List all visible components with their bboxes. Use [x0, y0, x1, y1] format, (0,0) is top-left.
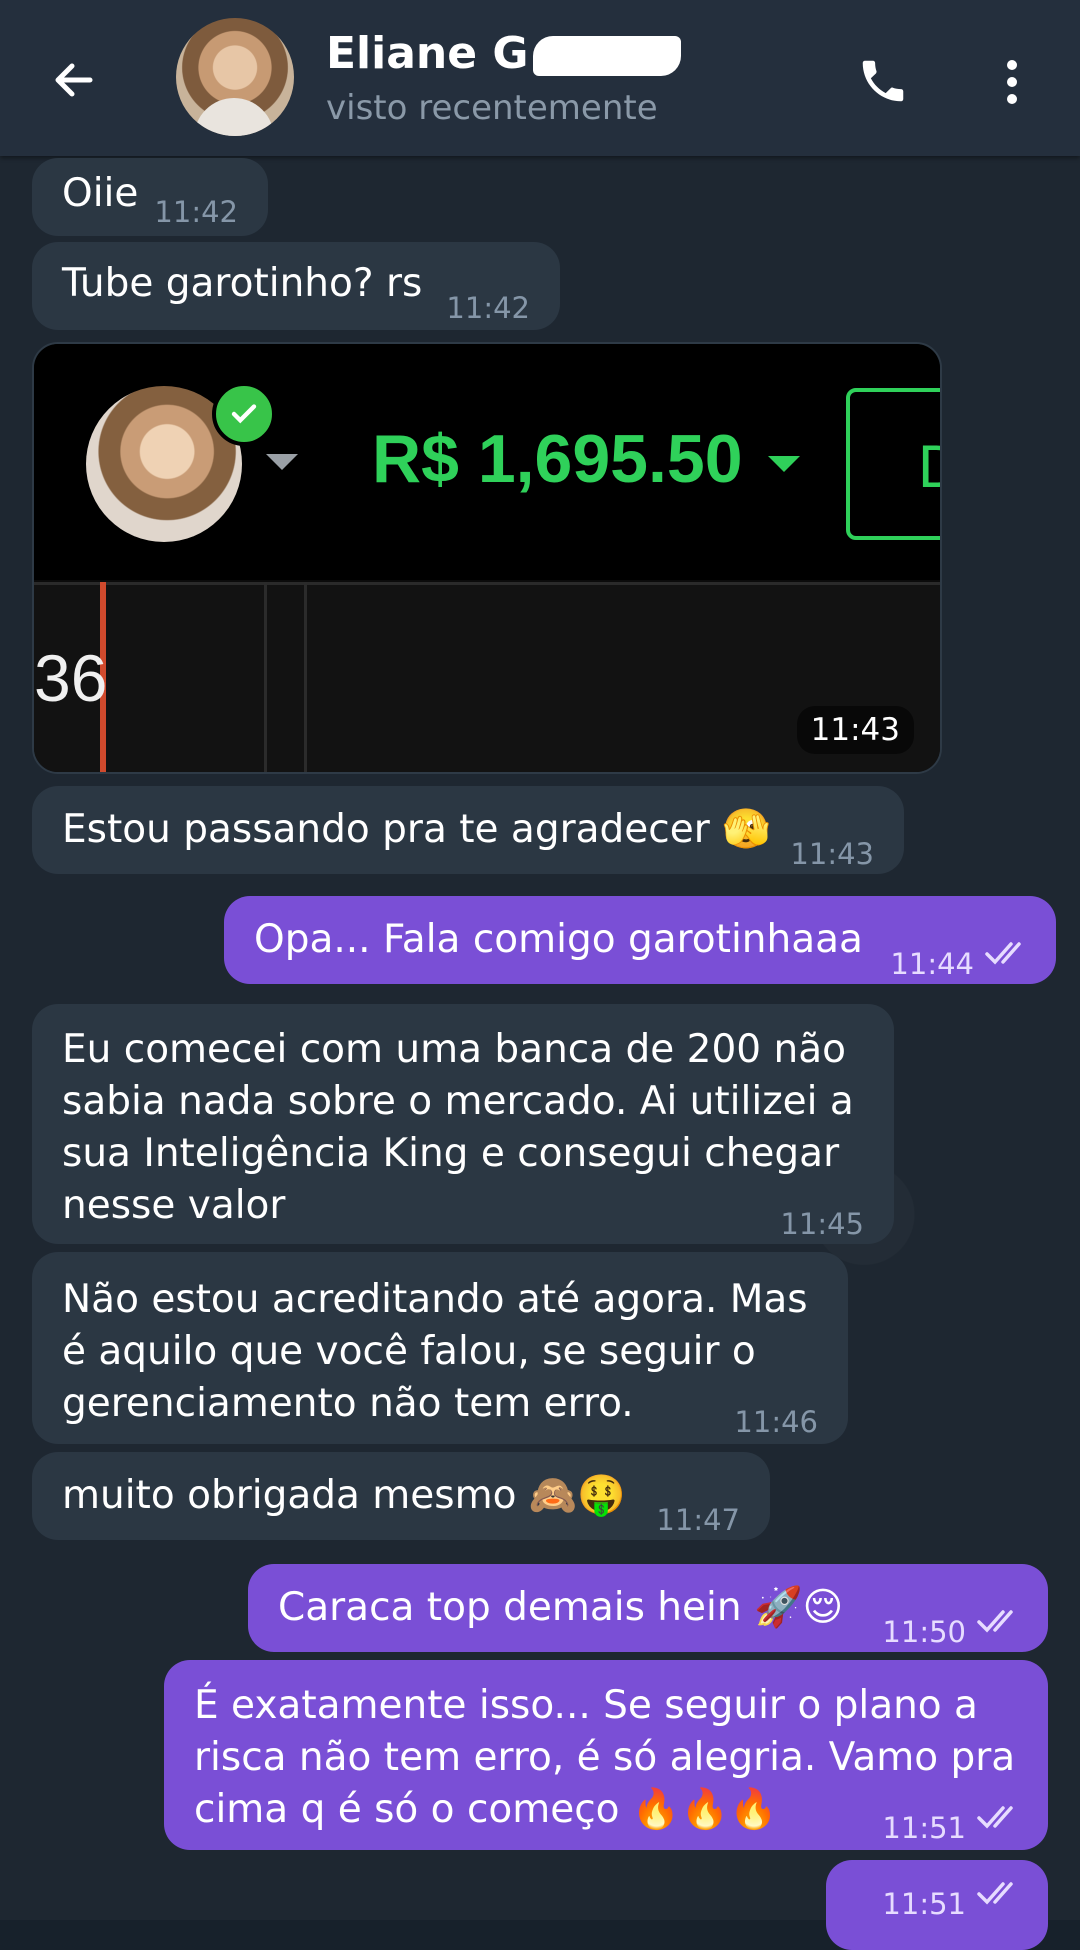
message-time: 11:42 [154, 195, 238, 229]
message-text: Opa... Fala comigo garotinhaaa [254, 917, 863, 962]
double-check-icon [977, 1882, 1013, 1905]
message-time: 11:51 [882, 1887, 966, 1921]
message-text: muito obrigada mesmo 🙈🤑 [62, 1473, 626, 1518]
message-bubble[interactable]: Eu comecei com uma banca de 200 não sabi… [32, 1004, 894, 1244]
chart-value-text: 36 [34, 641, 108, 715]
double-check-icon [985, 942, 1021, 965]
message-time: 11:51 [882, 1811, 966, 1845]
message-time: 11:42 [446, 291, 530, 325]
caret-down-icon [768, 456, 800, 472]
message-bubble[interactable]: Opa... Fala comigo garotinhaaa 11:44 [224, 896, 1056, 984]
message-time: 11:46 [734, 1405, 818, 1439]
message-text: Oiie [62, 171, 139, 216]
screenshot-button: D [846, 388, 940, 540]
message-time: 11:43 [790, 837, 874, 871]
more-vert-icon[interactable] [990, 50, 1034, 114]
message-bubble[interactable]: Oiie 11:42 [32, 158, 268, 236]
caret-down-icon [266, 454, 298, 470]
message-bubble[interactable]: muito obrigada mesmo 🙈🤑 11:47 [32, 1452, 770, 1540]
double-check-icon [977, 1806, 1013, 1829]
message-text: Não estou acreditando até agora. Mas é a… [62, 1277, 808, 1426]
contact-avatar[interactable] [176, 18, 294, 136]
message-bubble[interactable]: Caraca top demais hein 🚀😌 11:50 [248, 1564, 1048, 1652]
contact-name[interactable]: Eliane G [326, 28, 681, 79]
message-bubble[interactable]: Não estou acreditando até agora. Mas é a… [32, 1252, 848, 1444]
balance-text: R$ 1,695.50 [372, 421, 743, 497]
double-check-icon [977, 1610, 1013, 1633]
message-text: Estou passando pra te agradecer 🫣 [62, 807, 771, 852]
call-button[interactable] [848, 46, 918, 116]
message-time: 11:47 [656, 1503, 740, 1537]
message-time: 11:44 [890, 947, 974, 981]
message-text: Eu comecei com uma banca de 200 não sabi… [62, 1027, 854, 1228]
message-text: Tube garotinho? rs [62, 261, 423, 306]
message-bubble[interactable]: Tube garotinho? rs 11:42 [32, 242, 560, 330]
message-bubble[interactable]: É exatamente isso... Se seguir o plano a… [164, 1660, 1048, 1850]
message-text: Caraca top demais hein 🚀😌 [278, 1585, 844, 1630]
redaction-mark [532, 36, 681, 76]
chat-header: Eliane G visto recentemente [0, 0, 1080, 156]
back-button[interactable] [44, 50, 104, 110]
message-time: 11:43 [796, 706, 914, 754]
phone-icon [862, 60, 904, 102]
message-time: 11:50 [882, 1615, 966, 1649]
message-bubble[interactable]: 11:51 [826, 1860, 1048, 1950]
contact-status: visto recentemente [326, 88, 658, 128]
check-badge-icon [212, 382, 276, 446]
message-time: 11:45 [780, 1207, 864, 1241]
message-bubble[interactable]: Estou passando pra te agradecer 🫣 11:43 [32, 786, 904, 874]
arrow-left-icon [55, 63, 93, 97]
photo-message[interactable]: R$ 1,695.50 D 36 11:43 [32, 342, 942, 774]
